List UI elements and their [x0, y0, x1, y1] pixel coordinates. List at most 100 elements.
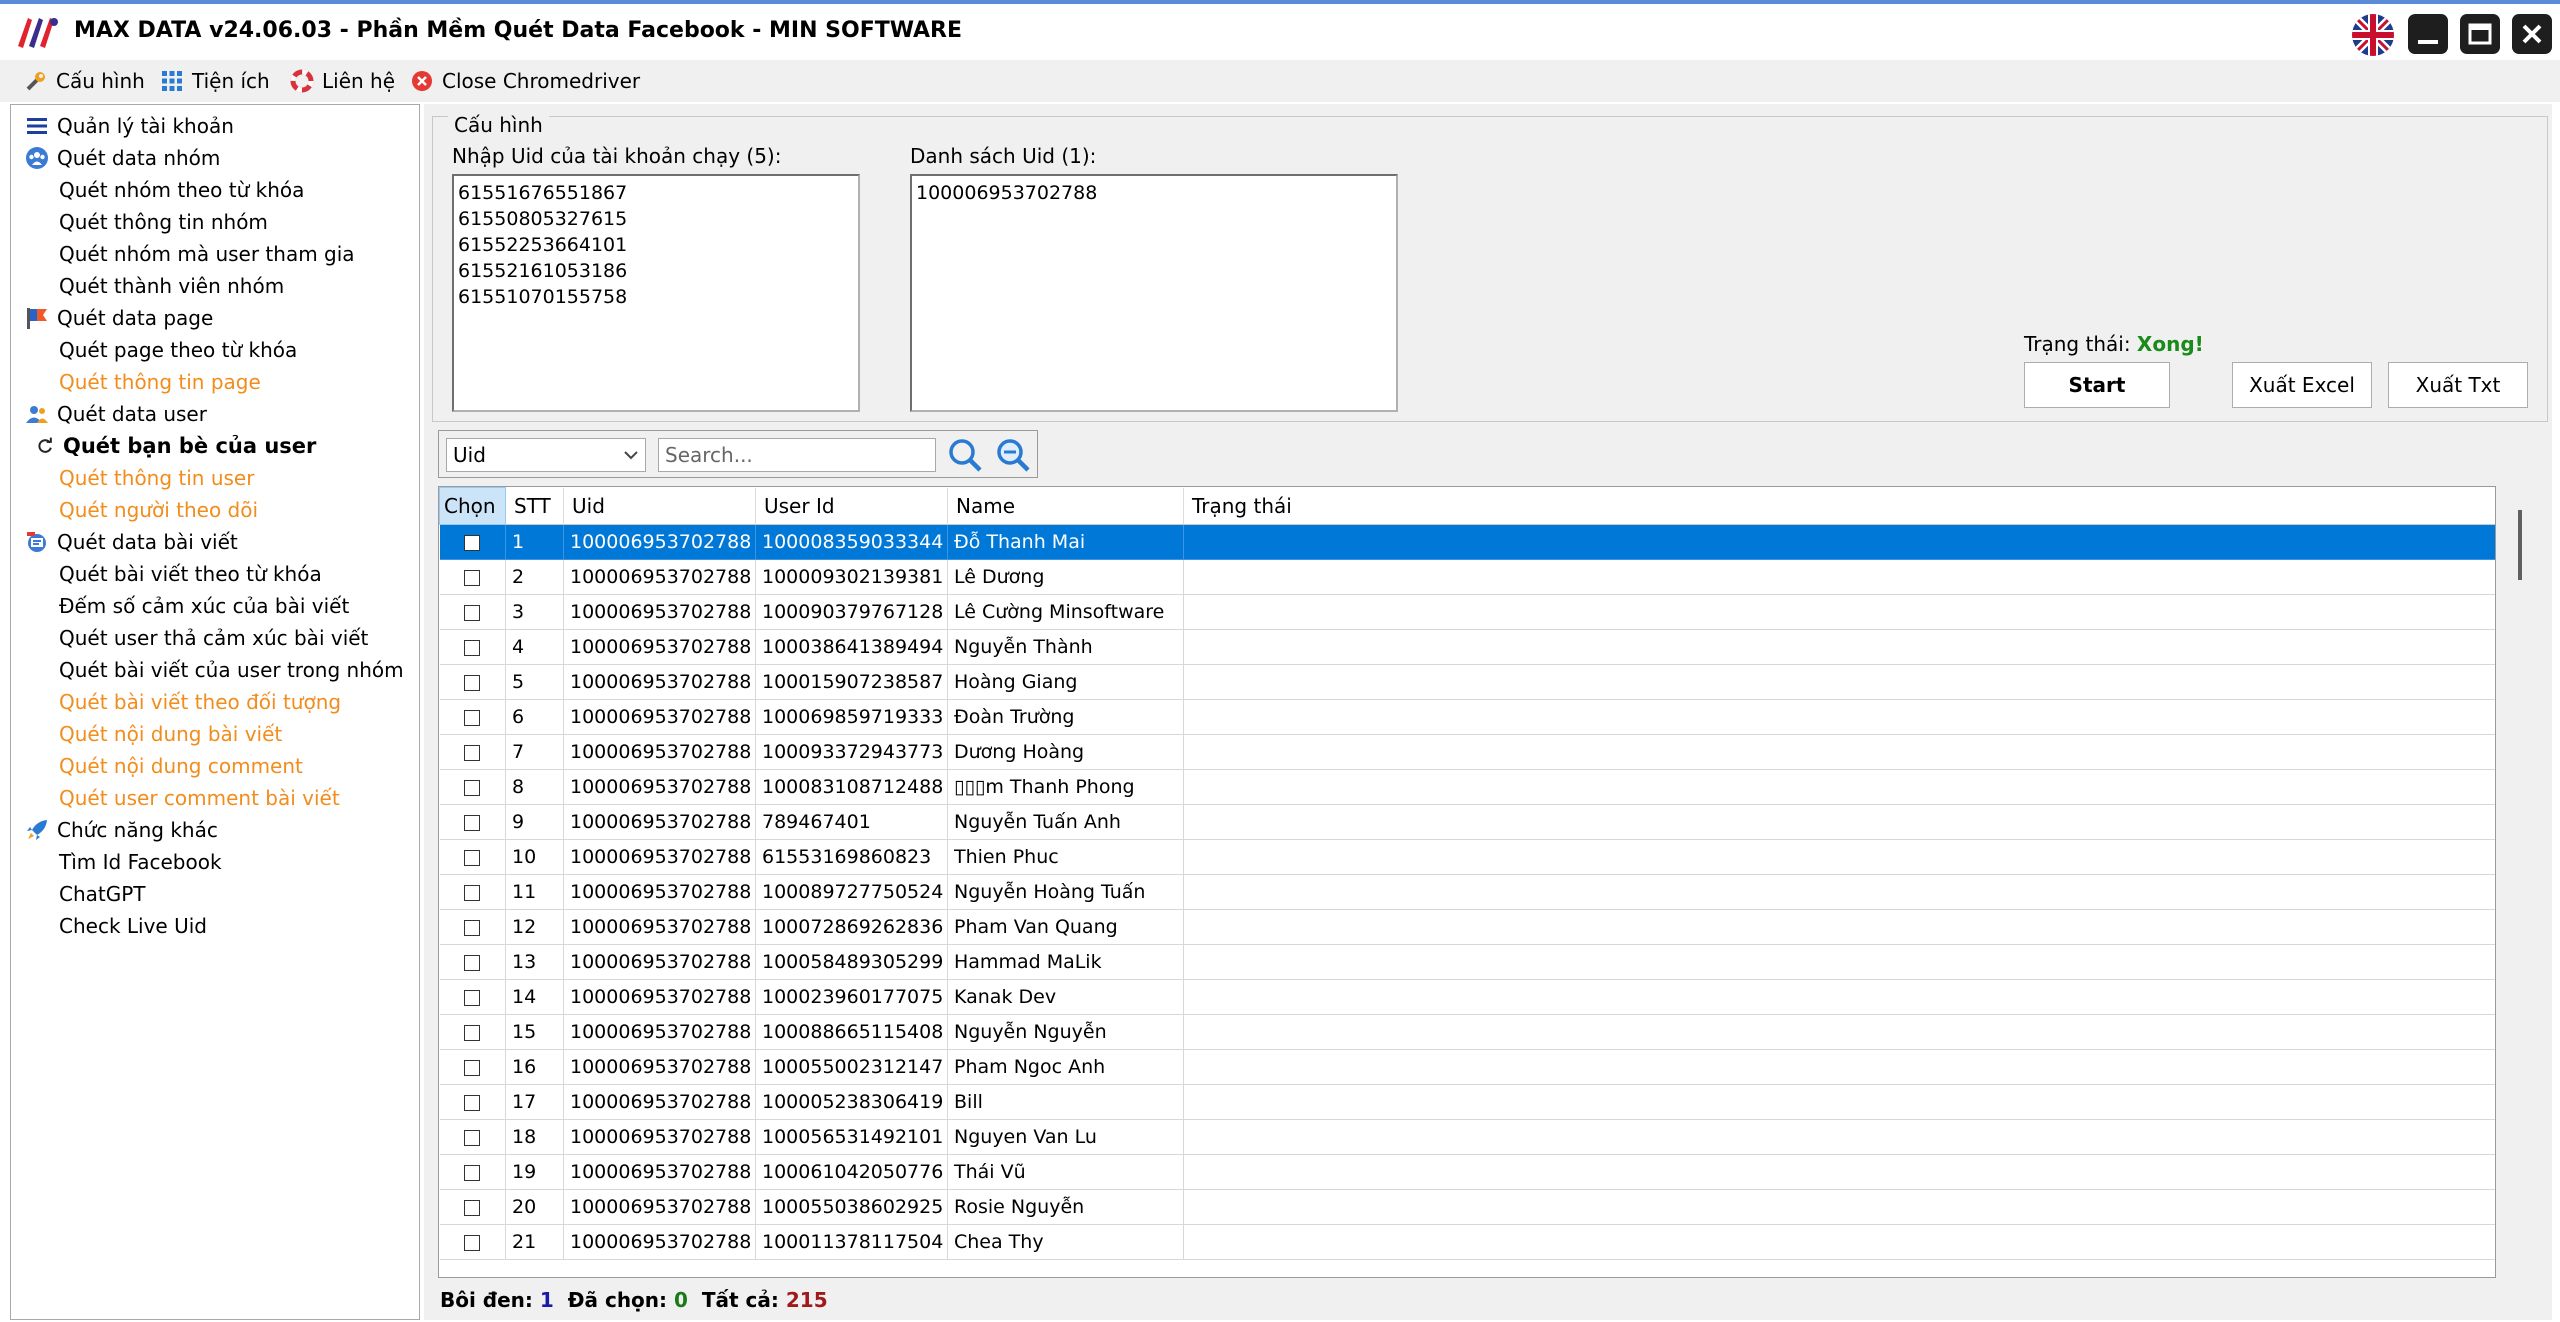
table-row[interactable]: 15 100006953702788 100088665115408 Nguyễn N… — [439, 1014, 2495, 1050]
column-header-stt[interactable]: STT — [505, 487, 564, 525]
cell-select[interactable] — [439, 909, 506, 945]
row-checkbox[interactable] — [464, 919, 481, 936]
row-checkbox[interactable] — [464, 1164, 481, 1181]
cell-select[interactable] — [439, 1189, 506, 1225]
row-checkbox[interactable] — [464, 639, 481, 656]
cell-select[interactable] — [439, 874, 506, 910]
row-checkbox[interactable] — [464, 709, 481, 726]
table-row[interactable]: 1 100006953702788 100008359033344 Đỗ Thanh … — [439, 524, 2495, 560]
cell-select[interactable] — [439, 979, 506, 1015]
cell-select[interactable] — [439, 699, 506, 735]
cell-select[interactable] — [439, 664, 506, 700]
table-row[interactable]: 14 100006953702788 100023960177075 Kanak De… — [439, 979, 2495, 1015]
sidebar-item-group-members[interactable]: Quét thành viên nhóm — [59, 271, 284, 301]
sidebar-item-page-data[interactable]: Quét data page — [25, 303, 213, 333]
menu-config[interactable]: Cấu hình — [24, 66, 145, 96]
export-txt-button[interactable]: Xuất Txt — [2388, 362, 2528, 408]
sidebar-item-post-commenters[interactable]: Quét user comment bài viết — [59, 783, 340, 813]
table-row[interactable]: 10 100006953702788 61553169860823 Thien Phu… — [439, 839, 2495, 875]
table-row[interactable]: 16 100006953702788 100055002312147 Pham Ngo… — [439, 1049, 2495, 1085]
cell-select[interactable] — [439, 1224, 506, 1260]
row-checkbox[interactable] — [464, 989, 481, 1006]
column-header-select[interactable]: Chọn — [439, 487, 506, 525]
menu-contact[interactable]: Liên hệ — [290, 66, 395, 96]
menu-close-chromedriver[interactable]: Close Chromedriver — [410, 66, 640, 96]
uid-accounts-textarea[interactable]: 61551676551867 61550805327615 6155225366… — [452, 174, 860, 412]
filter-select[interactable]: Uid — [446, 438, 646, 472]
cell-select[interactable] — [439, 524, 506, 560]
sidebar-item-user-info[interactable]: Quét thông tin user — [59, 463, 254, 493]
row-checkbox[interactable] — [464, 604, 481, 621]
column-header-name[interactable]: Name — [947, 487, 1184, 525]
sidebar-item-user-friends[interactable]: Quét bạn bè của user — [35, 431, 316, 461]
minimize-button[interactable] — [2408, 14, 2448, 54]
search-clear-icon[interactable] — [994, 436, 1032, 474]
close-button[interactable] — [2512, 14, 2552, 54]
table-row[interactable]: 4 100006953702788 100038641389494 Nguyễn Th… — [439, 629, 2495, 665]
sidebar-item-post-reaction-count[interactable]: Đếm số cảm xúc của bài viết — [59, 591, 349, 621]
table-scrollbar-thumb[interactable] — [2518, 510, 2522, 580]
table-row[interactable]: 2 100006953702788 100009302139381 Lê Dương — [439, 559, 2495, 595]
search-input[interactable] — [658, 438, 936, 472]
maximize-button[interactable] — [2460, 14, 2500, 54]
column-header-status[interactable]: Trạng thái — [1183, 487, 2495, 525]
cell-select[interactable] — [439, 769, 506, 805]
sidebar-item-group-data[interactable]: Quét data nhóm — [25, 143, 220, 173]
sidebar-item-user-joined-groups[interactable]: Quét nhóm mà user tham gia — [59, 239, 355, 269]
row-checkbox[interactable] — [464, 1234, 481, 1251]
row-checkbox[interactable] — [464, 1129, 481, 1146]
sidebar-item-page-by-keyword[interactable]: Quét page theo từ khóa — [59, 335, 297, 365]
sidebar-item-post-data[interactable]: Quét data bài viết — [25, 527, 238, 557]
table-row[interactable]: 11 100006953702788 100089727750524 Nguyễn H… — [439, 874, 2495, 910]
cell-select[interactable] — [439, 594, 506, 630]
table-row[interactable]: 9 100006953702788 789467401 Nguyễn Tuấn Anh — [439, 804, 2495, 840]
sidebar-item-user-posts-in-group[interactable]: Quét bài viết của user trong nhóm — [59, 655, 404, 685]
table-row[interactable]: 17 100006953702788 100005238306419 Bill — [439, 1084, 2495, 1120]
row-checkbox[interactable] — [464, 534, 481, 551]
cell-select[interactable] — [439, 629, 506, 665]
sidebar-item-post-by-keyword[interactable]: Quét bài viết theo từ khóa — [59, 559, 322, 589]
row-checkbox[interactable] — [464, 884, 481, 901]
table-row[interactable]: 8 100006953702788 100083108712488 ▯▯▯m Than… — [439, 769, 2495, 805]
sidebar-item-account-manager[interactable]: Quản lý tài khoản — [25, 111, 234, 141]
cell-select[interactable] — [439, 1154, 506, 1190]
table-row[interactable]: 12 100006953702788 100072869262836 Pham Van… — [439, 909, 2495, 945]
cell-select[interactable] — [439, 839, 506, 875]
cell-select[interactable] — [439, 944, 506, 980]
uid-list-textarea[interactable]: 100006953702788 — [910, 174, 1398, 412]
row-checkbox[interactable] — [464, 1094, 481, 1111]
table-row[interactable]: 20 100006953702788 100055038602925 Rosie Ng… — [439, 1189, 2495, 1225]
row-checkbox[interactable] — [464, 779, 481, 796]
table-row[interactable]: 7 100006953702788 100093372943773 Dương Hoà… — [439, 734, 2495, 770]
search-icon[interactable] — [946, 436, 984, 474]
table-row[interactable]: 19 100006953702788 100061042050776 Thái Vũ — [439, 1154, 2495, 1190]
sidebar-item-comment-content[interactable]: Quét nội dung comment — [59, 751, 303, 781]
sidebar-item-page-info[interactable]: Quét thông tin page — [59, 367, 261, 397]
table-row[interactable]: 6 100006953702788 100069859719333 Đoàn Trườ… — [439, 699, 2495, 735]
cell-select[interactable] — [439, 804, 506, 840]
table-row[interactable]: 13 100006953702788 100058489305299 Hammad M… — [439, 944, 2495, 980]
cell-select[interactable] — [439, 1084, 506, 1120]
row-checkbox[interactable] — [464, 744, 481, 761]
sidebar-item-check-live-uid[interactable]: Check Live Uid — [59, 911, 207, 941]
cell-select[interactable] — [439, 734, 506, 770]
cell-select[interactable] — [439, 1049, 506, 1085]
column-header-uid[interactable]: Uid — [563, 487, 756, 525]
sidebar-item-post-content[interactable]: Quét nội dung bài viết — [59, 719, 282, 749]
sidebar-item-chatgpt[interactable]: ChatGPT — [59, 879, 146, 909]
sidebar-item-followers[interactable]: Quét người theo dõi — [59, 495, 258, 525]
row-checkbox[interactable] — [464, 814, 481, 831]
cell-select[interactable] — [439, 1119, 506, 1155]
language-flag-icon[interactable] — [2352, 14, 2394, 56]
row-checkbox[interactable] — [464, 569, 481, 586]
table-scrollbar[interactable] — [2512, 486, 2528, 1278]
sidebar-item-group-by-keyword[interactable]: Quét nhóm theo từ khóa — [59, 175, 304, 205]
table-row[interactable]: 5 100006953702788 100015907238587 Hoàng Gia… — [439, 664, 2495, 700]
sidebar-item-find-facebook-id[interactable]: Tìm Id Facebook — [59, 847, 222, 877]
row-checkbox[interactable] — [464, 954, 481, 971]
row-checkbox[interactable] — [464, 1024, 481, 1041]
cell-select[interactable] — [439, 559, 506, 595]
table-row[interactable]: 21 100006953702788 100011378117504 Chea Thy — [439, 1224, 2495, 1260]
sidebar-item-group-info[interactable]: Quét thông tin nhóm — [59, 207, 268, 237]
menu-utilities[interactable]: Tiện ích — [160, 66, 270, 96]
